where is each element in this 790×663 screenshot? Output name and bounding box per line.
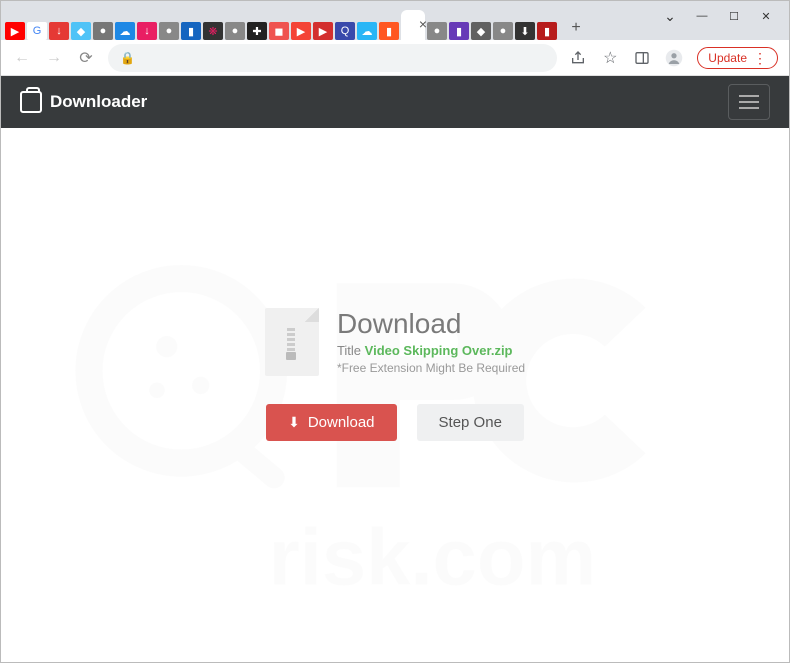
browser-tab[interactable]: ▮ <box>537 22 557 40</box>
new-tab-button[interactable]: + <box>564 16 588 40</box>
step-button-label: Step One <box>439 414 502 431</box>
browser-tab[interactable]: ❋ <box>203 22 223 40</box>
browser-tab[interactable]: ↓ <box>137 22 157 40</box>
address-actions: ☆ Update ⋮ <box>569 47 778 69</box>
step-one-button[interactable]: Step One <box>417 404 524 441</box>
window-controls: ⌄ — ☐ ✕ <box>654 0 790 32</box>
brand-label: Downloader <box>50 92 147 112</box>
browser-tab[interactable]: ● <box>93 22 113 40</box>
browser-tab[interactable]: ▶ <box>5 22 25 40</box>
download-button-label: Download <box>308 414 375 431</box>
lock-icon: 🔒 <box>120 51 135 65</box>
download-button[interactable]: Download <box>266 404 396 441</box>
reload-button[interactable]: ⟳ <box>76 48 96 68</box>
browser-tab[interactable]: ▶ <box>313 22 333 40</box>
update-label: Update <box>708 51 747 65</box>
update-button[interactable]: Update ⋮ <box>697 47 778 69</box>
download-note: *Free Extension Might Be Required <box>337 361 525 375</box>
browser-tab[interactable]: ● <box>225 22 245 40</box>
browser-tab[interactable]: ◆ <box>471 22 491 40</box>
browser-tab[interactable]: ● <box>159 22 179 40</box>
browser-tab[interactable]: ▮ <box>449 22 469 40</box>
browser-tab[interactable]: ☁ <box>115 22 135 40</box>
close-window-button[interactable]: ✕ <box>750 2 782 30</box>
browser-tab[interactable]: ✚ <box>247 22 267 40</box>
menu-dots-icon: ⋮ <box>753 51 767 65</box>
zip-file-icon <box>265 308 319 376</box>
button-row: Download Step One <box>266 404 524 441</box>
browser-tab[interactable]: ▮ <box>181 22 201 40</box>
bookmark-icon[interactable]: ☆ <box>601 49 619 67</box>
download-filename: Video Skipping Over.zip <box>365 343 513 358</box>
profile-icon[interactable] <box>665 49 683 67</box>
browser-tab[interactable]: ▮ <box>379 22 399 40</box>
download-text-block: Download Title Video Skipping Over.zip *… <box>337 308 525 375</box>
browser-tab[interactable]: ● <box>493 22 513 40</box>
download-title-line: Title Video Skipping Over.zip <box>337 343 525 358</box>
share-icon[interactable] <box>569 49 587 67</box>
browser-tab[interactable]: ◼ <box>269 22 289 40</box>
hamburger-menu-button[interactable] <box>728 84 770 120</box>
browser-tab[interactable]: ↓ <box>49 22 69 40</box>
svg-text:risk.com: risk.com <box>269 512 597 601</box>
minimize-button[interactable]: — <box>686 2 718 30</box>
download-heading: Download <box>337 308 525 340</box>
browser-tab[interactable]: ▶ <box>291 22 311 40</box>
browser-tab[interactable]: ⬇ <box>515 22 535 40</box>
browser-tab[interactable]: ◆ <box>71 22 91 40</box>
browser-tab[interactable] <box>401 10 425 40</box>
address-bar: ← → ⟳ 🔒 ☆ Update ⋮ <box>0 40 790 76</box>
browser-tab[interactable]: Q <box>335 22 355 40</box>
browser-tab[interactable]: ● <box>427 22 447 40</box>
browser-tab[interactable]: G <box>27 22 47 40</box>
camera-icon <box>20 91 42 113</box>
sidepanel-icon[interactable] <box>633 49 651 67</box>
maximize-button[interactable]: ☐ <box>718 2 750 30</box>
download-info-row: Download Title Video Skipping Over.zip *… <box>265 308 525 376</box>
brand[interactable]: Downloader <box>20 91 147 113</box>
title-label: Title <box>337 343 365 358</box>
page-content: Downloader risk.com Download <box>0 76 790 663</box>
main-content: Download Title Video Skipping Over.zip *… <box>0 128 790 441</box>
browser-tab[interactable]: ☁ <box>357 22 377 40</box>
site-navbar: Downloader <box>0 76 790 128</box>
back-button[interactable]: ← <box>12 48 32 68</box>
window-dropdown-button[interactable]: ⌄ <box>654 2 686 30</box>
url-input[interactable]: 🔒 <box>108 44 557 72</box>
forward-button[interactable]: → <box>44 48 64 68</box>
